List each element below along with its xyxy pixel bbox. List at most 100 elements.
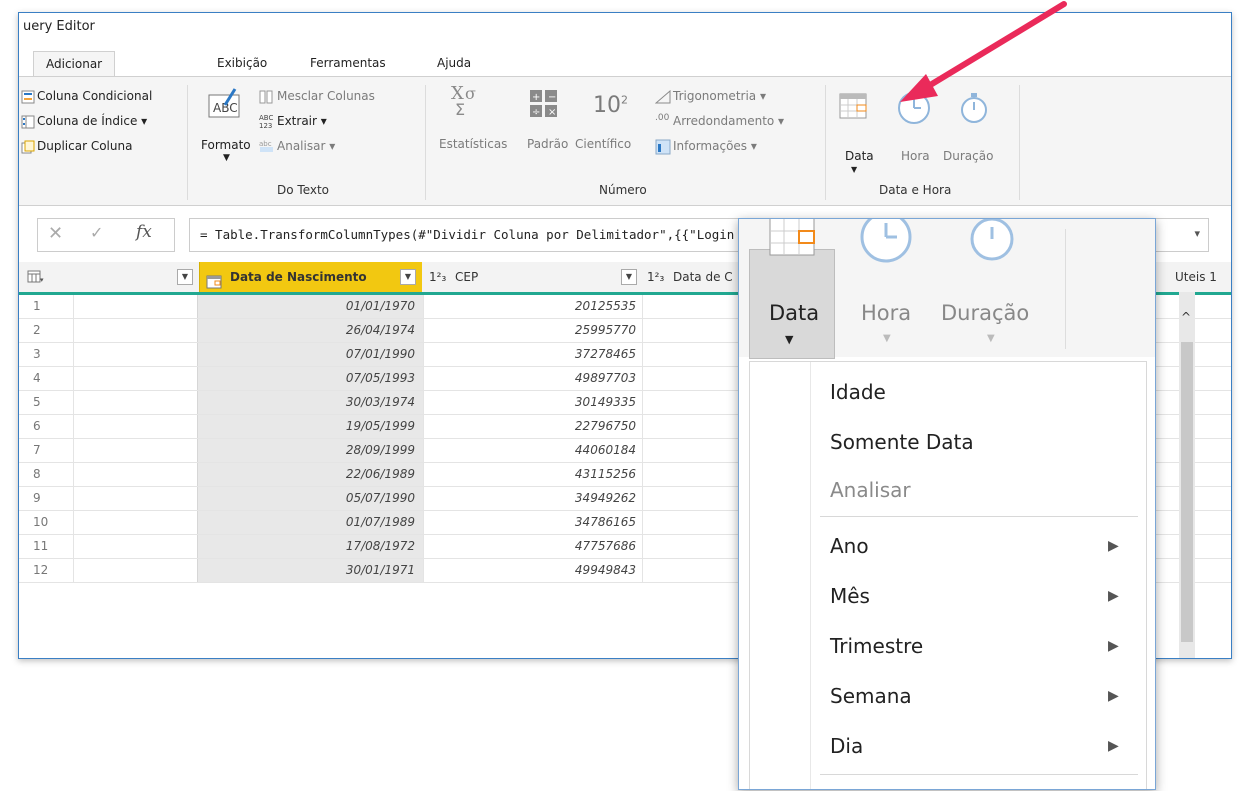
cep-cell[interactable]: 49897703: [423, 367, 643, 390]
column-filter-button[interactable]: ▼: [621, 269, 637, 285]
date-cell[interactable]: 26/04/1974: [197, 319, 423, 342]
index-column-button[interactable]: Coluna de Índice ▾: [37, 114, 147, 128]
date-cell[interactable]: 22/06/1989: [197, 463, 423, 486]
cep-cell[interactable]: 37278465: [423, 343, 643, 366]
table-cell[interactable]: [73, 415, 198, 438]
column-filter-button[interactable]: ▼: [400, 269, 416, 285]
conditional-column-button[interactable]: Coluna Condicional: [37, 89, 152, 103]
scroll-up-icon[interactable]: ^: [1181, 310, 1191, 324]
column-title-next[interactable]: Data de C: [673, 262, 733, 292]
zoomed-duration-label[interactable]: Duração: [941, 301, 1029, 325]
cep-cell[interactable]: 30149335: [423, 391, 643, 414]
column-header-data-nascimento[interactable]: Data de Nascimento ▼: [199, 262, 422, 292]
menu-item-mes[interactable]: Mês: [830, 584, 870, 608]
fx-icon[interactable]: fx: [136, 222, 152, 242]
date-cell[interactable]: 30/01/1971: [197, 559, 423, 582]
merge-columns-button[interactable]: Mesclar Colunas: [277, 89, 375, 103]
trigonometry-button[interactable]: Trigonometria ▾: [673, 89, 766, 103]
rounding-button[interactable]: Arredondamento ▾: [673, 114, 784, 128]
menu-item-analisar[interactable]: Analisar: [830, 478, 911, 502]
row-number[interactable]: 3: [19, 343, 73, 366]
row-number[interactable]: 4: [19, 367, 73, 390]
row-number[interactable]: 5: [19, 391, 73, 414]
table-cell[interactable]: [73, 463, 198, 486]
date-cell[interactable]: 30/03/1974: [197, 391, 423, 414]
tab-ajuda[interactable]: Ajuda: [425, 51, 483, 77]
date-cell[interactable]: 19/05/1999: [197, 415, 423, 438]
date-cell[interactable]: 17/08/1972: [197, 535, 423, 558]
table-cell[interactable]: [73, 367, 198, 390]
time-button[interactable]: Hora: [901, 149, 930, 163]
cancel-icon[interactable]: ✕: [48, 223, 63, 244]
cep-cell[interactable]: 20125535: [423, 295, 643, 318]
cep-cell[interactable]: 44060184: [423, 439, 643, 462]
table-cell[interactable]: [73, 487, 198, 510]
menu-item-somente-data[interactable]: Somente Data: [830, 430, 974, 454]
row-number[interactable]: 11: [19, 535, 73, 558]
column-title-last[interactable]: Uteis 1: [1175, 262, 1217, 292]
format-dropdown-icon: ▼: [223, 153, 230, 163]
svg-text:ABC: ABC: [259, 114, 273, 122]
tab-exibicao[interactable]: Exibição: [205, 51, 279, 77]
duplicate-column-button[interactable]: Duplicar Coluna: [37, 139, 132, 153]
menu-item-trimestre[interactable]: Trimestre: [830, 634, 923, 658]
menu-item-semana[interactable]: Semana: [830, 684, 912, 708]
vertical-scrollbar[interactable]: ^: [1179, 292, 1195, 658]
date-dropdown-menu: Idade Somente Data Analisar Ano ▶ Mês ▶ …: [749, 361, 1147, 789]
cep-cell[interactable]: 25995770: [423, 319, 643, 342]
date-button[interactable]: Data: [845, 149, 874, 163]
column-filter-button[interactable]: ▼: [177, 269, 193, 285]
table-cell[interactable]: [73, 439, 198, 462]
date-cell[interactable]: 07/05/1993: [197, 367, 423, 390]
date-cell[interactable]: 07/01/1990: [197, 343, 423, 366]
information-button[interactable]: Informações ▾: [673, 139, 757, 153]
cep-cell[interactable]: 34786165: [423, 511, 643, 534]
date-cell[interactable]: 01/07/1989: [197, 511, 423, 534]
row-number[interactable]: 1: [19, 295, 73, 318]
table-cell[interactable]: [73, 535, 198, 558]
cep-cell[interactable]: 34949262: [423, 487, 643, 510]
menu-item-ano[interactable]: Ano: [830, 534, 869, 558]
statistics-button[interactable]: Estatísticas: [439, 137, 507, 151]
rounding-icon: .00: [655, 113, 670, 123]
chevron-down-icon[interactable]: ▾: [1194, 227, 1200, 240]
cep-cell[interactable]: 49949843: [423, 559, 643, 582]
scrollbar-thumb[interactable]: [1181, 342, 1193, 642]
zoomed-time-label[interactable]: Hora: [861, 301, 911, 325]
column-title-cep[interactable]: CEP: [455, 262, 478, 292]
format-button[interactable]: Formato: [201, 138, 251, 152]
row-number[interactable]: 10: [19, 511, 73, 534]
row-number[interactable]: 7: [19, 439, 73, 462]
standard-button[interactable]: Padrão: [527, 137, 568, 151]
row-number[interactable]: 12: [19, 559, 73, 582]
format-icon: ABC: [207, 87, 245, 125]
date-cell[interactable]: 01/01/1970: [197, 295, 423, 318]
zoomed-date-label[interactable]: Data: [769, 301, 819, 325]
table-cell[interactable]: [73, 391, 198, 414]
parse-button[interactable]: Analisar ▾: [277, 139, 335, 153]
row-number[interactable]: 9: [19, 487, 73, 510]
menu-item-dia[interactable]: Dia: [830, 734, 863, 758]
table-cell[interactable]: [73, 319, 198, 342]
menu-item-idade[interactable]: Idade: [830, 380, 886, 404]
table-cell[interactable]: [73, 295, 198, 318]
table-cell[interactable]: [73, 343, 198, 366]
date-cell[interactable]: 28/09/1999: [197, 439, 423, 462]
scientific-button[interactable]: Científico: [575, 137, 631, 151]
cep-cell[interactable]: 47757686: [423, 535, 643, 558]
table-menu-icon[interactable]: ▾: [27, 262, 45, 292]
cep-cell[interactable]: 22796750: [423, 415, 643, 438]
table-cell[interactable]: [73, 511, 198, 534]
row-number[interactable]: 2: [19, 319, 73, 342]
cep-cell[interactable]: 43115256: [423, 463, 643, 486]
extract-button[interactable]: Extrair ▾: [277, 114, 327, 128]
row-number[interactable]: 8: [19, 463, 73, 486]
check-icon[interactable]: ✓: [90, 223, 103, 242]
tab-adicionar-coluna[interactable]: Adicionar Coluna: [33, 51, 116, 95]
table-cell[interactable]: [73, 559, 198, 582]
duration-button[interactable]: Duração: [943, 149, 993, 163]
information-icon: [655, 139, 671, 159]
row-number[interactable]: 6: [19, 415, 73, 438]
date-cell[interactable]: 05/07/1990: [197, 487, 423, 510]
tab-ferramentas[interactable]: Ferramentas: [298, 51, 398, 77]
